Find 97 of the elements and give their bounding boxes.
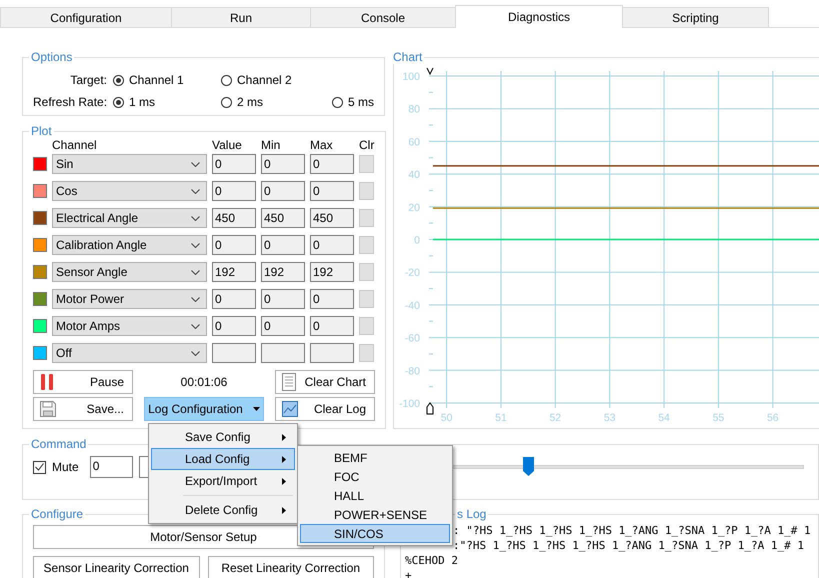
y-tick-label: -80 bbox=[404, 365, 420, 378]
min-field: 450 bbox=[261, 208, 305, 228]
value-field: 0 bbox=[212, 289, 256, 309]
radio-option[interactable]: 5 ms bbox=[332, 95, 374, 109]
channel-dropdown[interactable]: Sensor Angle bbox=[52, 262, 207, 282]
radio-label: Channel 1 bbox=[129, 73, 184, 87]
max-field: 0 bbox=[310, 235, 354, 255]
menu-item[interactable]: Delete Config bbox=[151, 499, 295, 521]
x-tick-label: 51 bbox=[495, 412, 507, 424]
min-field: 0 bbox=[261, 316, 305, 336]
clear-chart-button[interactable]: Clear Chart bbox=[275, 370, 375, 394]
max-field: 192 bbox=[310, 262, 354, 282]
x-tick-label: 50 bbox=[440, 412, 452, 424]
menu-item[interactable]: POWER+SENSE bbox=[300, 505, 450, 524]
pause-button[interactable]: Pause bbox=[33, 370, 133, 394]
menu-item[interactable]: SIN/COS bbox=[300, 524, 450, 543]
option-label: Target: bbox=[69, 73, 108, 87]
log-line: %CEHOD 2 bbox=[405, 553, 459, 568]
log-line: : "?HS 1_?HS 1_?HS 1_?HS 1_?ANG 1_?SNA 1_?P 1_?A 1_# 1 bbox=[452, 523, 812, 538]
max-field: 0 bbox=[310, 181, 354, 201]
channel-dropdown[interactable]: Calibration Angle bbox=[52, 235, 207, 255]
menu-item[interactable]: Load Config bbox=[151, 448, 295, 470]
option-label: Refresh Rate: bbox=[33, 95, 108, 109]
clear-log-button[interactable]: Clear Log bbox=[275, 397, 375, 421]
channel-dropdown[interactable]: Sin bbox=[52, 154, 207, 174]
y-tick-label: 60 bbox=[408, 136, 420, 148]
value-field: 192 bbox=[212, 262, 256, 282]
x-tick-label: 53 bbox=[604, 412, 616, 424]
x-tick-label: 52 bbox=[549, 412, 562, 424]
menu-item[interactable]: HALL bbox=[300, 486, 450, 505]
group-title: Configure bbox=[30, 507, 84, 521]
channel-dropdown[interactable]: Cos bbox=[52, 181, 207, 201]
column-header: Min bbox=[261, 139, 282, 152]
group-title: Chart bbox=[392, 50, 424, 64]
menu-item[interactable]: Save Config bbox=[151, 426, 295, 448]
radio-option[interactable]: 2 ms bbox=[221, 95, 329, 109]
y-tick-label: -60 bbox=[404, 332, 420, 345]
column-header: Max bbox=[310, 139, 334, 152]
channel-dropdown[interactable]: Electrical Angle bbox=[52, 208, 207, 228]
x-tick-label: 56 bbox=[766, 412, 779, 424]
y-tick-label: 100 bbox=[402, 71, 420, 83]
max-field: 0 bbox=[310, 154, 354, 174]
value-field: 0 bbox=[212, 181, 256, 201]
min-field: 0 bbox=[261, 154, 305, 174]
y-tick-label: -100 bbox=[398, 398, 420, 410]
y-tick-label: -40 bbox=[404, 300, 420, 312]
tab[interactable]: Configuration bbox=[0, 7, 172, 27]
radio-label: 1 ms bbox=[129, 95, 156, 109]
y-tick-label: 0 bbox=[414, 234, 420, 246]
column-header: Value bbox=[212, 139, 243, 152]
value-field: 0 bbox=[212, 235, 256, 255]
column-header: Clr bbox=[359, 139, 375, 152]
group-title: Options bbox=[30, 50, 74, 64]
group-title: Plot bbox=[30, 124, 53, 138]
tab[interactable]: Scripting bbox=[622, 7, 769, 27]
menu-item[interactable]: FOC bbox=[300, 467, 450, 486]
value-field: 0 bbox=[212, 154, 256, 174]
channel-dropdown[interactable]: Motor Amps bbox=[52, 316, 207, 336]
group-title: s Log bbox=[456, 507, 488, 521]
x-tick-label: 55 bbox=[712, 412, 724, 424]
min-field: 0 bbox=[261, 181, 305, 201]
y-tick-label: 40 bbox=[408, 169, 420, 182]
value-field: 0 bbox=[212, 316, 256, 336]
y-tick-label: 80 bbox=[408, 104, 420, 116]
min-field: 0 bbox=[261, 235, 305, 255]
menu-item[interactable]: Export/Import bbox=[151, 470, 295, 492]
value-field: 450 bbox=[212, 208, 256, 228]
radio-label: 2 ms bbox=[237, 95, 264, 109]
y-tick-label: 20 bbox=[408, 202, 420, 214]
value-field[interactable]: 0 bbox=[90, 456, 133, 478]
radio-option[interactable]: 1 ms bbox=[113, 95, 221, 109]
channel-dropdown[interactable]: Motor Power bbox=[52, 289, 207, 309]
max-field: 0 bbox=[310, 289, 354, 309]
save-button[interactable]: Save... bbox=[33, 397, 133, 421]
channel-dropdown[interactable]: Off bbox=[52, 343, 207, 363]
radio-label: 5 ms bbox=[348, 95, 374, 109]
menu-item[interactable]: BEMF bbox=[300, 448, 450, 467]
log-line: :"?HS 1_?HS 1_?HS 1_?HS 1_?ANG 1_?SNA 1_?P 1_?A 1_# 1 bbox=[452, 538, 805, 553]
log-configuration-button[interactable]: Log Configuration bbox=[144, 397, 264, 421]
min-field: 0 bbox=[261, 289, 305, 309]
radio-label: Channel 2 bbox=[237, 73, 292, 87]
tab[interactable]: Run bbox=[171, 7, 311, 27]
radio-option[interactable]: Channel 1 bbox=[113, 73, 221, 87]
max-field: 450 bbox=[310, 208, 354, 228]
column-header: Channel bbox=[52, 139, 98, 152]
radio-option[interactable]: Channel 2 bbox=[221, 73, 329, 87]
x-tick-label: 54 bbox=[658, 412, 670, 424]
max-field: 0 bbox=[310, 316, 354, 336]
tab[interactable]: Diagnostics bbox=[455, 5, 623, 28]
configure-button[interactable]: Reset Linearity Correction bbox=[208, 556, 374, 578]
y-tick-label: -20 bbox=[404, 267, 420, 280]
group-title: Command bbox=[30, 437, 88, 451]
min-field: 192 bbox=[261, 262, 305, 282]
configure-button[interactable]: Sensor Linearity Correction bbox=[33, 556, 200, 578]
checkbox-label: Mute bbox=[52, 460, 79, 474]
elapsed-time: 00:01:06 bbox=[180, 375, 228, 389]
tab[interactable]: Console bbox=[310, 7, 456, 27]
